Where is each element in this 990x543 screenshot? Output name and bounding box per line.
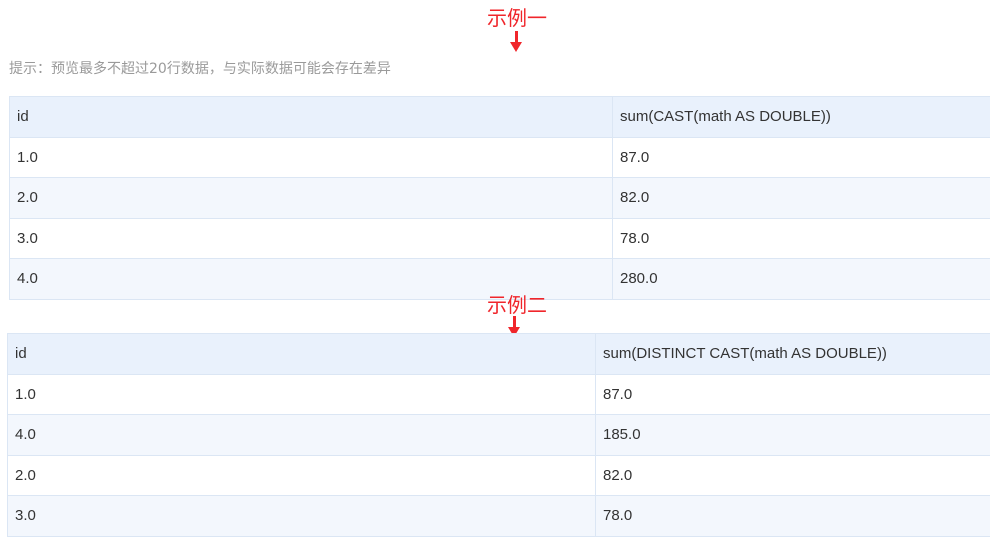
cell-sum: 87.0 (595, 373, 990, 415)
cell-sum: 82.0 (612, 177, 990, 219)
table-row: 1.0 87.0 (9, 136, 990, 178)
example-1-label: 示例一 (487, 6, 547, 30)
cell-sum: 280.0 (612, 258, 990, 300)
cell-id: 1.0 (9, 136, 613, 178)
cell-id: 1.0 (7, 373, 596, 415)
column-header-id[interactable]: id (9, 96, 613, 138)
column-header-sum[interactable]: sum(CAST(math AS DOUBLE)) (612, 96, 990, 138)
cell-id: 4.0 (7, 414, 596, 456)
example-2-label: 示例二 (487, 293, 547, 317)
table-row: 2.0 82.0 (9, 177, 990, 219)
column-header-id[interactable]: id (7, 333, 596, 375)
table-row: 1.0 87.0 (7, 373, 990, 415)
column-header-sum-distinct[interactable]: sum(DISTINCT CAST(math AS DOUBLE)) (595, 333, 990, 375)
cell-id: 2.0 (9, 177, 613, 219)
table-row: 3.0 78.0 (7, 495, 990, 537)
table-row: 4.0 185.0 (7, 414, 990, 456)
cell-sum: 78.0 (595, 495, 990, 537)
cell-id: 3.0 (9, 217, 613, 259)
table-row: 3.0 78.0 (9, 217, 990, 259)
result-table-2: id sum(DISTINCT CAST(math AS DOUBLE)) 1.… (7, 333, 990, 537)
cell-sum: 185.0 (595, 414, 990, 456)
cell-sum: 87.0 (612, 136, 990, 178)
preview-hint: 提示：预览最多不超过20行数据，与实际数据可能会存在差异 (9, 61, 391, 77)
cell-id: 3.0 (7, 495, 596, 537)
table-row: 2.0 82.0 (7, 454, 990, 496)
cell-id: 2.0 (7, 454, 596, 496)
cell-sum: 82.0 (595, 454, 990, 496)
result-table-1: id sum(CAST(math AS DOUBLE)) 1.0 87.0 2.0… (9, 96, 990, 300)
cell-sum: 78.0 (612, 217, 990, 259)
